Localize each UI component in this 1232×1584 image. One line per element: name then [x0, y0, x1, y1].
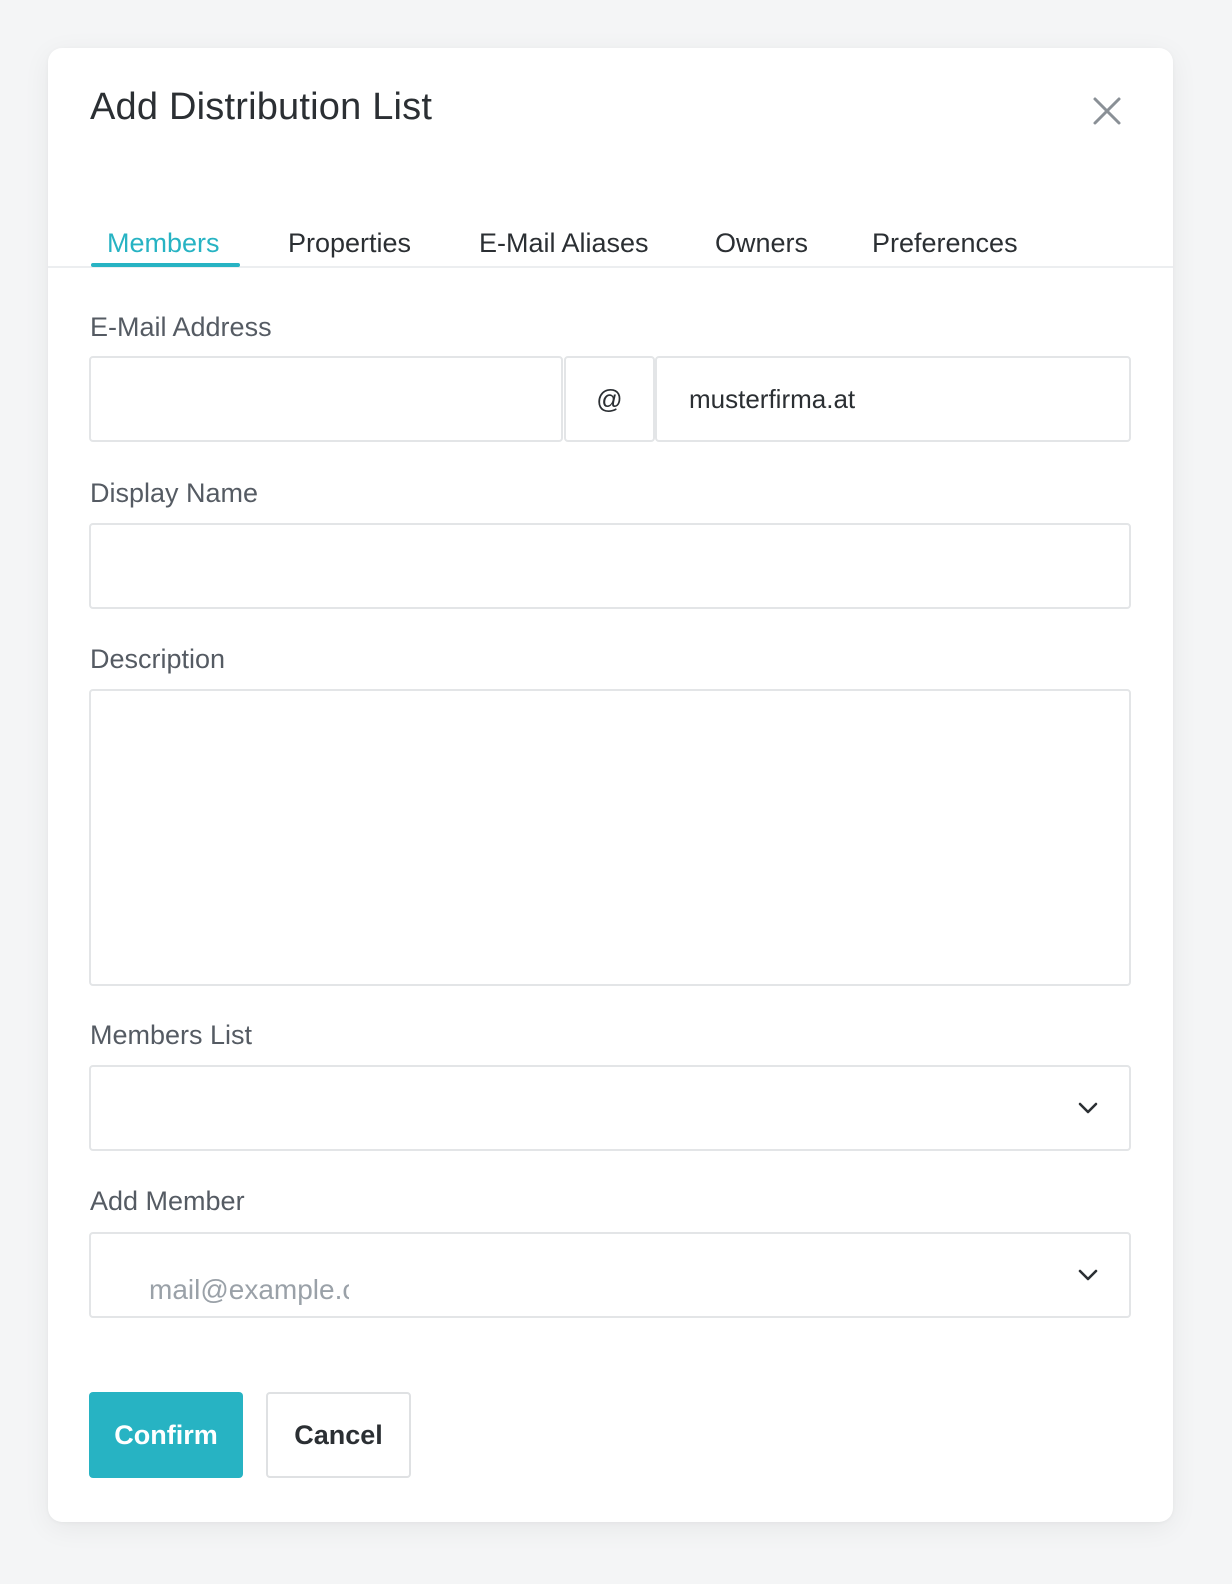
tab-email-aliases[interactable]: E-Mail Aliases: [479, 228, 649, 268]
description-label: Description: [90, 644, 226, 674]
add-member-select[interactable]: mail@example.c: [89, 1232, 1131, 1318]
tab-preferences[interactable]: Preferences: [872, 228, 1018, 268]
tab-members[interactable]: Members: [107, 228, 220, 268]
tab-bar: Members Properties E-Mail Aliases Owners…: [48, 228, 1173, 268]
close-button[interactable]: [1088, 92, 1126, 130]
members-list-label: Members List: [90, 1020, 253, 1050]
cancel-button[interactable]: Cancel: [266, 1392, 411, 1478]
email-domain-field[interactable]: musterfirma.at: [655, 356, 1131, 442]
email-at-separator: @: [564, 356, 655, 442]
confirm-button[interactable]: Confirm: [89, 1392, 243, 1478]
display-name-input[interactable]: [89, 523, 1131, 609]
email-domain-value: musterfirma.at: [689, 384, 856, 414]
chevron-down-icon: [1078, 1102, 1098, 1114]
email-local-input[interactable]: [89, 356, 563, 442]
display-name-label: Display Name: [90, 478, 259, 508]
add-member-placeholder: mail@example.c: [149, 1274, 349, 1305]
email-label: E-Mail Address: [90, 312, 272, 342]
add-distribution-list-dialog: Add Distribution List Members Properties…: [48, 48, 1173, 1522]
dialog-title: Add Distribution List: [90, 86, 433, 128]
description-textarea[interactable]: [89, 689, 1131, 986]
tab-properties[interactable]: Properties: [288, 228, 411, 268]
members-list-select[interactable]: [89, 1065, 1131, 1151]
active-tab-indicator: [91, 263, 240, 267]
chevron-down-icon: [1078, 1269, 1098, 1281]
close-icon: [1093, 97, 1121, 125]
add-member-label: Add Member: [90, 1186, 245, 1216]
tab-owners[interactable]: Owners: [715, 228, 808, 268]
